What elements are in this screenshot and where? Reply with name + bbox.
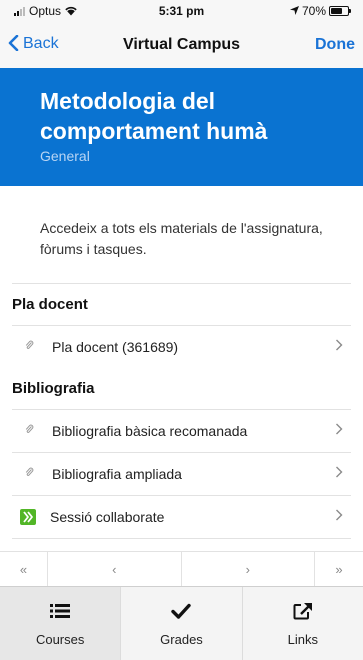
- paperclip-icon: [22, 424, 36, 438]
- list-item-bibliografia-basica[interactable]: Bibliografia bàsica recomanada: [12, 409, 351, 452]
- section-title-bibliografia: Bibliografia: [12, 380, 95, 397]
- chevron-right-icon: [335, 422, 349, 440]
- pager-next-button[interactable]: ›: [182, 552, 315, 586]
- list-item-label: Bibliografia bàsica recomanada: [52, 423, 248, 439]
- tab-label: Grades: [160, 632, 203, 647]
- list-icon: [50, 600, 71, 622]
- list-item-sessio-collaborate[interactable]: Sessió collaborate: [12, 495, 351, 538]
- bottom-tab-bar: Courses Grades Links: [0, 586, 363, 660]
- pager-first-button[interactable]: «: [0, 552, 48, 586]
- chevron-right-icon: [335, 508, 349, 526]
- pager-last-button[interactable]: »: [315, 552, 363, 586]
- done-button[interactable]: Done: [315, 36, 355, 54]
- tab-courses[interactable]: Courses: [0, 587, 122, 660]
- status-bar: Optus 5:31 pm 70%: [0, 0, 363, 22]
- divider: [12, 538, 351, 539]
- list-item-label: Bibliografia ampliada: [52, 466, 182, 482]
- tab-links[interactable]: Links: [243, 587, 363, 660]
- battery-fill: [331, 8, 343, 14]
- list-item-label: Pla docent (361689): [52, 339, 179, 355]
- external-link-icon: [293, 600, 313, 622]
- tab-label: Courses: [35, 632, 85, 647]
- course-description: Accedeix a tots els materials de l'assig…: [40, 220, 323, 257]
- course-title: Metodologia del comportament humà: [40, 88, 268, 144]
- pager-prev-button[interactable]: ‹: [48, 552, 182, 586]
- tab-label: Links: [287, 632, 318, 647]
- navigation-bar: Back Virtual Campus Done: [0, 22, 363, 68]
- course-header: Metodologia del comportament humà Genera…: [0, 68, 363, 186]
- list-item-pla-docent[interactable]: Pla docent (361689): [12, 325, 351, 368]
- course-subtitle: General: [40, 148, 90, 164]
- paperclip-icon: [22, 467, 36, 481]
- section-title-pla-docent: Pla docent: [12, 296, 88, 313]
- chevron-right-icon: [335, 465, 349, 483]
- checkmark-icon: [171, 600, 192, 622]
- list-item-label: Sessió collaborate: [50, 509, 165, 525]
- tab-grades[interactable]: Grades: [121, 587, 243, 660]
- list-item-bibliografia-ampliada[interactable]: Bibliografia ampliada: [12, 452, 351, 495]
- battery-icon: [329, 6, 351, 16]
- paperclip-icon: [22, 340, 36, 354]
- chevron-right-icon: [335, 338, 349, 356]
- pager: « ‹ › »: [0, 551, 363, 586]
- nav-title: Virtual Campus: [122, 36, 241, 53]
- location-icon: [289, 4, 299, 18]
- divider: [12, 283, 351, 284]
- collaborate-icon: [20, 509, 36, 525]
- battery-percent: 70%: [301, 4, 326, 18]
- status-right: 70%: [289, 4, 351, 18]
